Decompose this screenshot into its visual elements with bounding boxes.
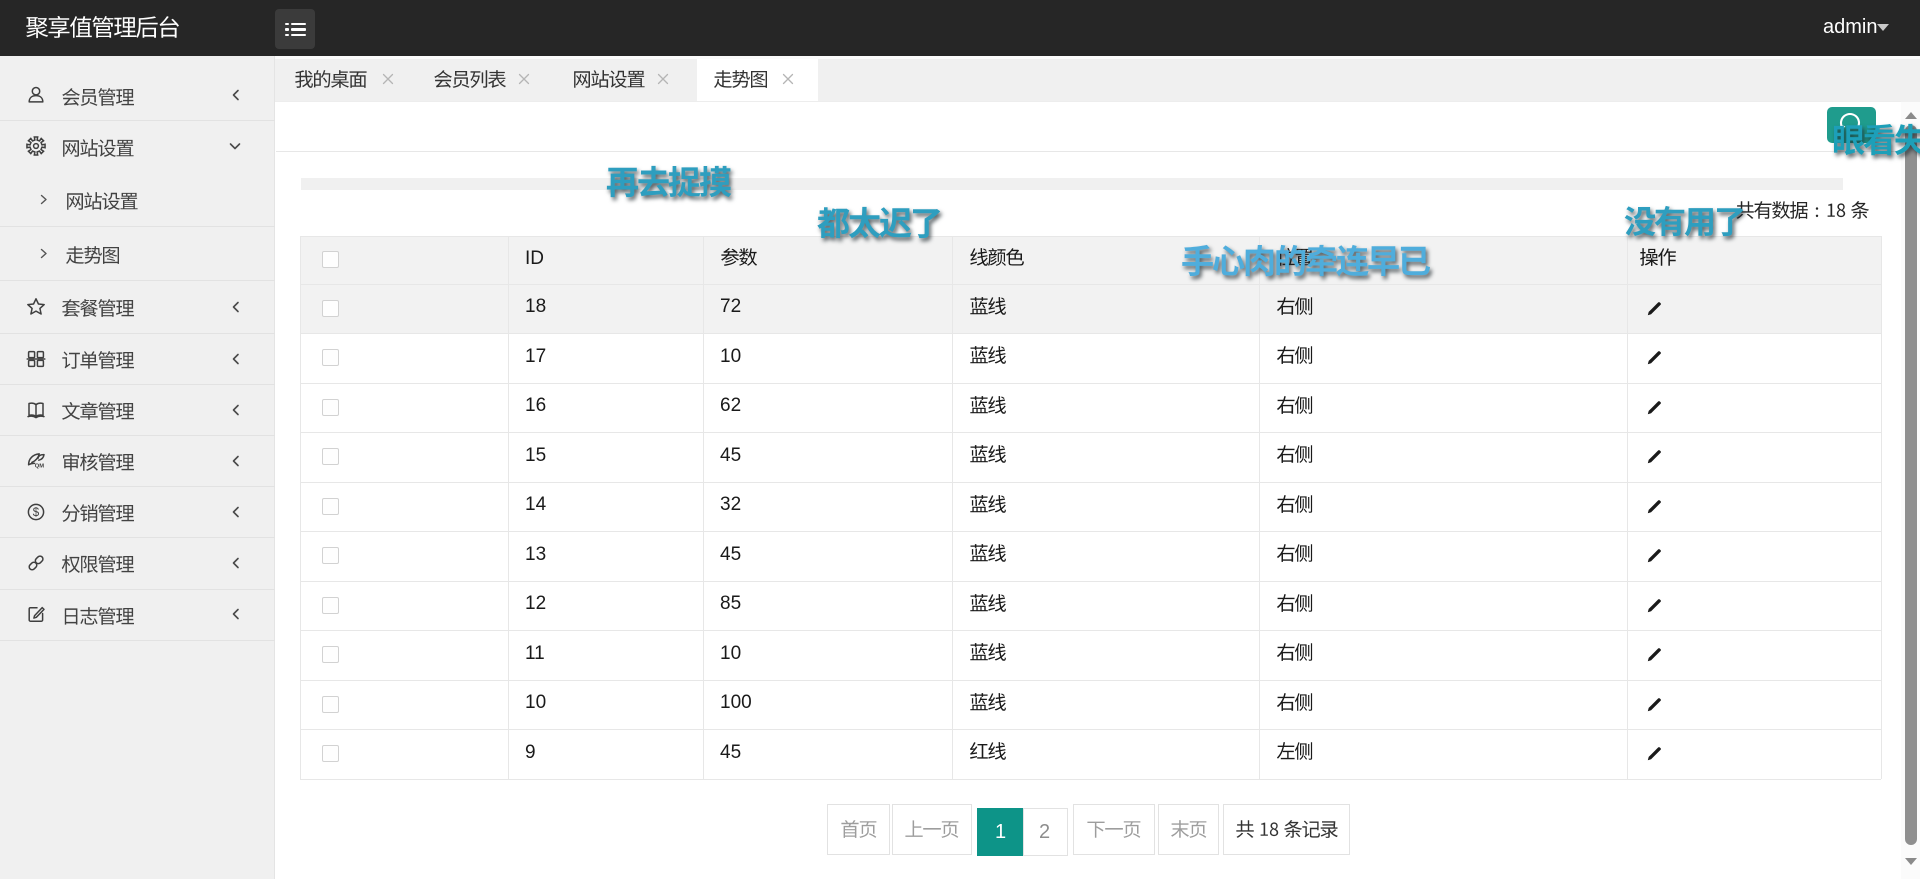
svg-text:QM: QM: [35, 463, 45, 469]
svg-text:$: $: [33, 507, 40, 519]
